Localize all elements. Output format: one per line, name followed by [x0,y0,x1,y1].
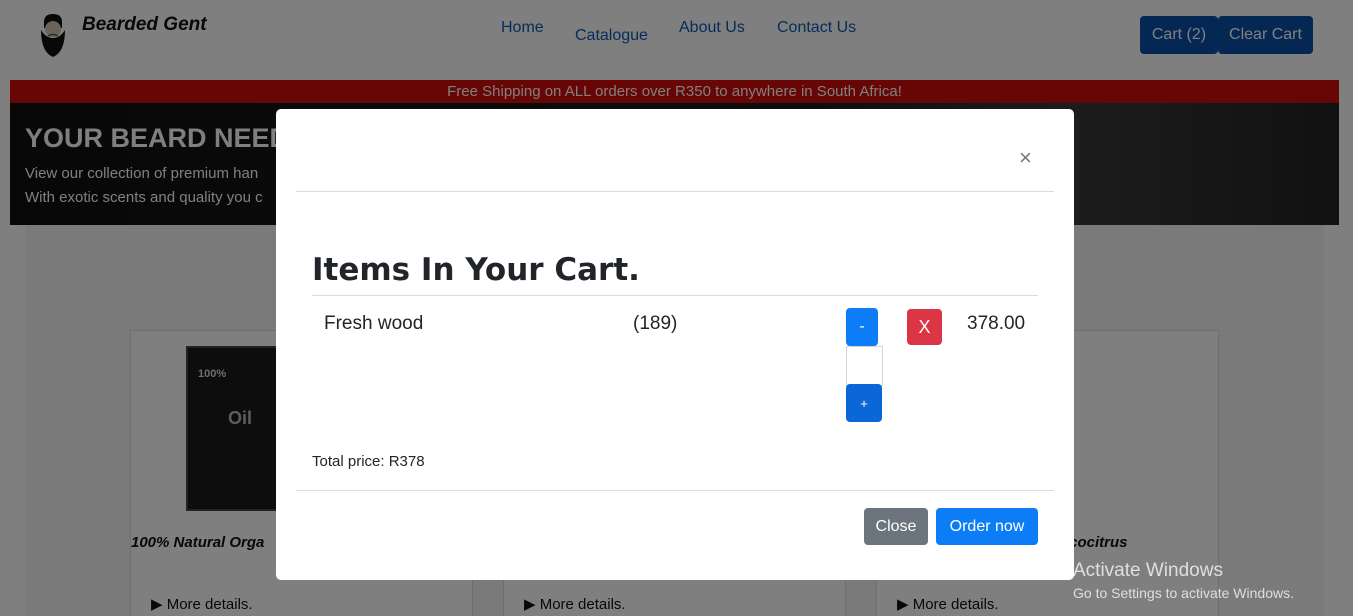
activate-windows-subtitle: Go to Settings to activate Windows. [1073,585,1294,601]
decrease-quantity-button[interactable]: - [846,308,878,346]
remove-item-button[interactable]: X [907,309,942,345]
cart-heading: Items In Your Cart. [312,252,640,288]
cart-item-quantity: (189) [633,313,678,334]
cart-item-price: 378.00 [967,313,1026,334]
close-button[interactable]: Close [864,508,928,545]
total-price: Total price: R378 [312,453,425,470]
cart-divider [312,295,1038,296]
close-icon[interactable]: × [1019,147,1032,169]
cart-item-name: Fresh wood [324,313,424,334]
modal-footer-divider [296,490,1054,491]
increase-quantity-button[interactable]: + [846,384,882,422]
cart-modal: × Items In Your Cart. Fresh wood (189) -… [276,109,1074,580]
order-now-button[interactable]: Order now [936,508,1038,545]
modal-header-divider [296,191,1054,192]
activate-windows-title: Activate Windows [1073,560,1223,581]
quantity-input[interactable] [846,346,883,386]
